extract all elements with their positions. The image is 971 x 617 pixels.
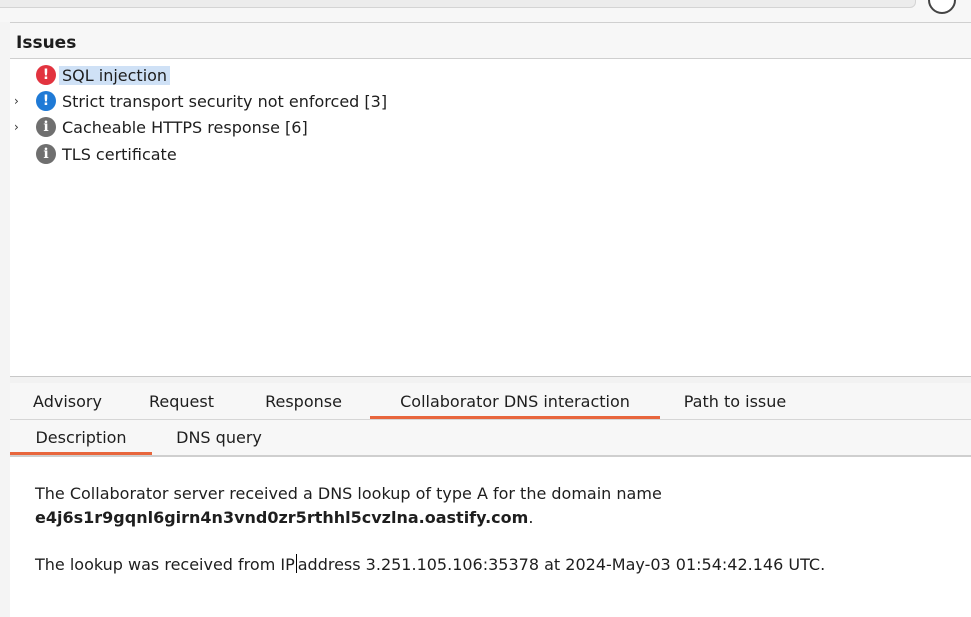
tab-collaborator-dns-interaction[interactable]: Collaborator DNS interaction bbox=[370, 383, 660, 419]
info-grey-icon: i bbox=[36, 144, 56, 164]
issue-row-tls-certificate[interactable]: i TLS certificate bbox=[10, 142, 177, 166]
chevron-right-icon[interactable]: › bbox=[14, 94, 24, 108]
issue-row-hsts[interactable]: › ! Strict transport security not enforc… bbox=[10, 89, 387, 113]
issues-tree: ! SQL injection › ! Strict transport sec… bbox=[10, 58, 971, 377]
issue-label: SQL injection bbox=[59, 65, 171, 85]
text-caret bbox=[295, 554, 297, 573]
issue-label: Cacheable HTTPS response [6] bbox=[62, 117, 308, 137]
top-toolbar bbox=[0, 0, 971, 22]
issue-row-cacheable-https[interactable]: › i Cacheable HTTPS response [6] bbox=[10, 115, 308, 139]
info-icon: ! bbox=[36, 91, 56, 111]
domain-name: e4j6s1r9gqnl6girn4n3vnd0zr5rthhl5cvzlna.… bbox=[35, 508, 529, 527]
error-icon: ! bbox=[36, 65, 56, 85]
detail-tabs: Advisory Request Response Collaborator D… bbox=[10, 383, 971, 420]
description-line: The Collaborator server received a DNS l… bbox=[35, 484, 662, 503]
lookup-text-start: The lookup was received from IP bbox=[35, 555, 295, 574]
issue-label: TLS certificate bbox=[62, 144, 177, 164]
issues-title: Issues bbox=[16, 33, 77, 53]
info-grey-icon: i bbox=[36, 117, 56, 137]
help-icon[interactable] bbox=[928, 0, 956, 14]
tab-path-to-issue[interactable]: Path to issue bbox=[670, 383, 800, 419]
sub-tabs: Description DNS query bbox=[10, 420, 971, 457]
lookup-line: The lookup was received from IP address 3… bbox=[35, 554, 825, 574]
domain-suffix: . bbox=[528, 508, 534, 527]
chevron-right-icon[interactable]: › bbox=[14, 120, 24, 134]
tab-description[interactable]: Description bbox=[10, 420, 152, 455]
description-content: The Collaborator server received a DNS l… bbox=[10, 457, 971, 617]
domain-line: e4j6s1r9gqnl6girn4n3vnd0zr5rthhl5cvzlna.… bbox=[35, 508, 533, 527]
tab-request[interactable]: Request bbox=[134, 383, 229, 419]
tab-response[interactable]: Response bbox=[250, 383, 357, 419]
tab-advisory[interactable]: Advisory bbox=[20, 383, 115, 419]
issue-label: Strict transport security not enforced [… bbox=[62, 91, 388, 111]
issue-row-sql-injection[interactable]: ! SQL injection bbox=[10, 63, 171, 87]
tab-dns-query[interactable]: DNS query bbox=[160, 420, 278, 455]
top-input-field[interactable] bbox=[0, 0, 916, 8]
lookup-text-end: address 3.251.105.106:35378 at 2024-May-… bbox=[297, 555, 826, 574]
issues-header: Issues bbox=[10, 22, 971, 59]
